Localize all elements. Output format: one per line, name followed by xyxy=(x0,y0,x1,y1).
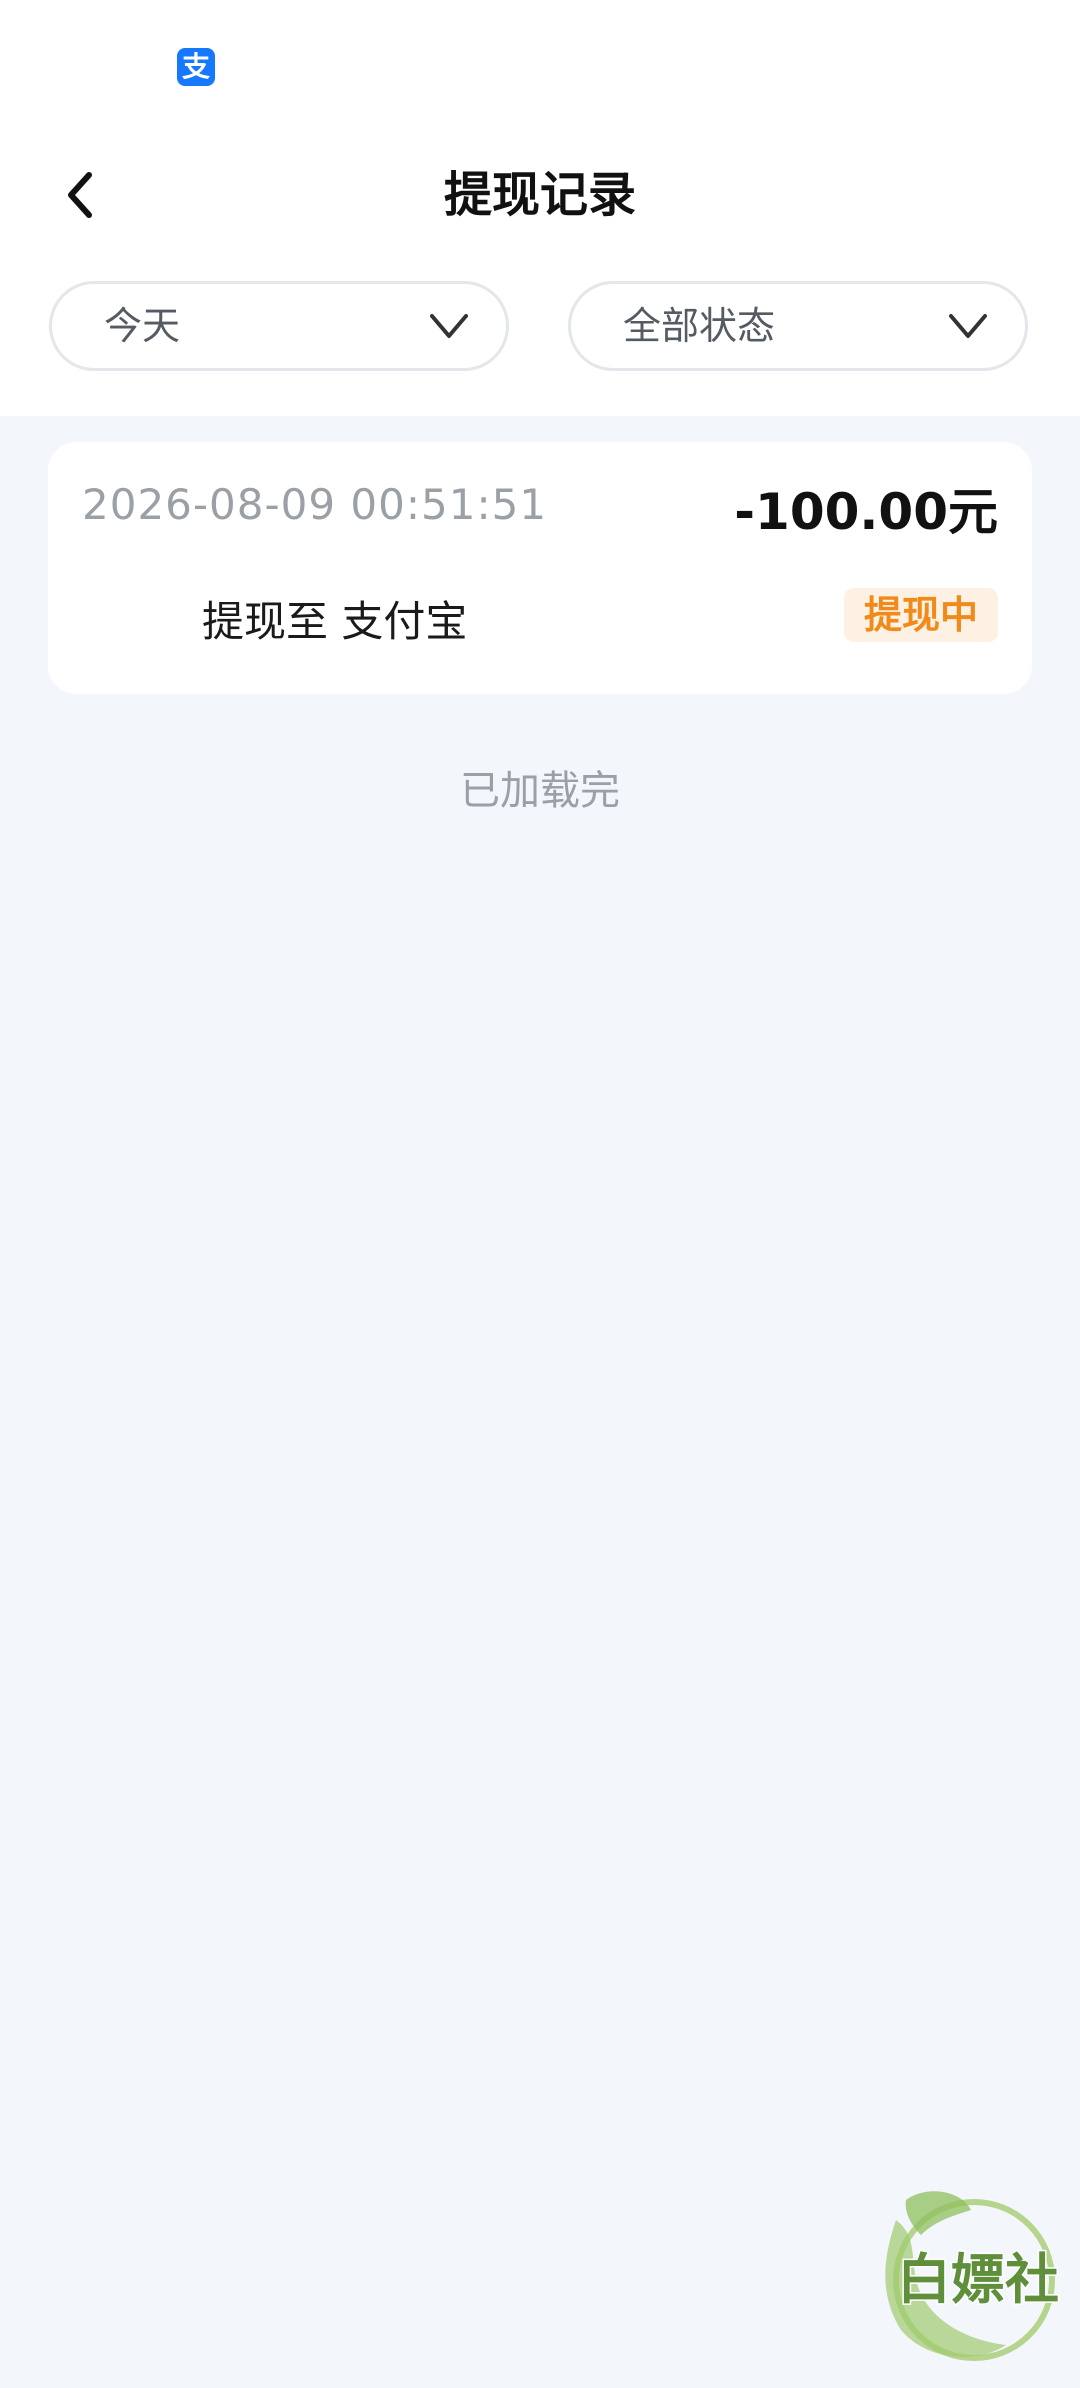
back-button[interactable] xyxy=(50,160,110,230)
withdrawal-record-card[interactable]: 2026-08-09 00:51:51 -100.00元 提现至 支付宝 提现中 xyxy=(48,442,1032,694)
page-title: 提现记录 xyxy=(443,167,636,223)
date-filter-dropdown[interactable]: 今天 xyxy=(49,281,509,371)
record-description: 提现至 支付宝 xyxy=(202,597,468,646)
status-filter-label: 全部状态 xyxy=(623,304,776,348)
record-amount: -100.00元 xyxy=(734,483,998,541)
date-filter-label: 今天 xyxy=(104,304,181,348)
list-end-message: 已加载完 xyxy=(460,768,620,814)
status-badge: 提现中 xyxy=(843,588,998,642)
record-time: 2026-08-09 00:51:51 xyxy=(82,480,548,529)
chevron-down-icon xyxy=(949,314,987,338)
watermark-logo: 白嫖社 xyxy=(885,2191,1061,2361)
status-filter-dropdown[interactable]: 全部状态 xyxy=(568,281,1028,371)
chevron-left-icon xyxy=(68,172,92,218)
header-area: 支 提现记录 今天 全部状态 xyxy=(0,0,1080,416)
alipay-icon: 支 xyxy=(177,48,215,86)
watermark-text: 白嫖社 xyxy=(897,2247,1059,2311)
chevron-down-icon xyxy=(430,314,468,338)
